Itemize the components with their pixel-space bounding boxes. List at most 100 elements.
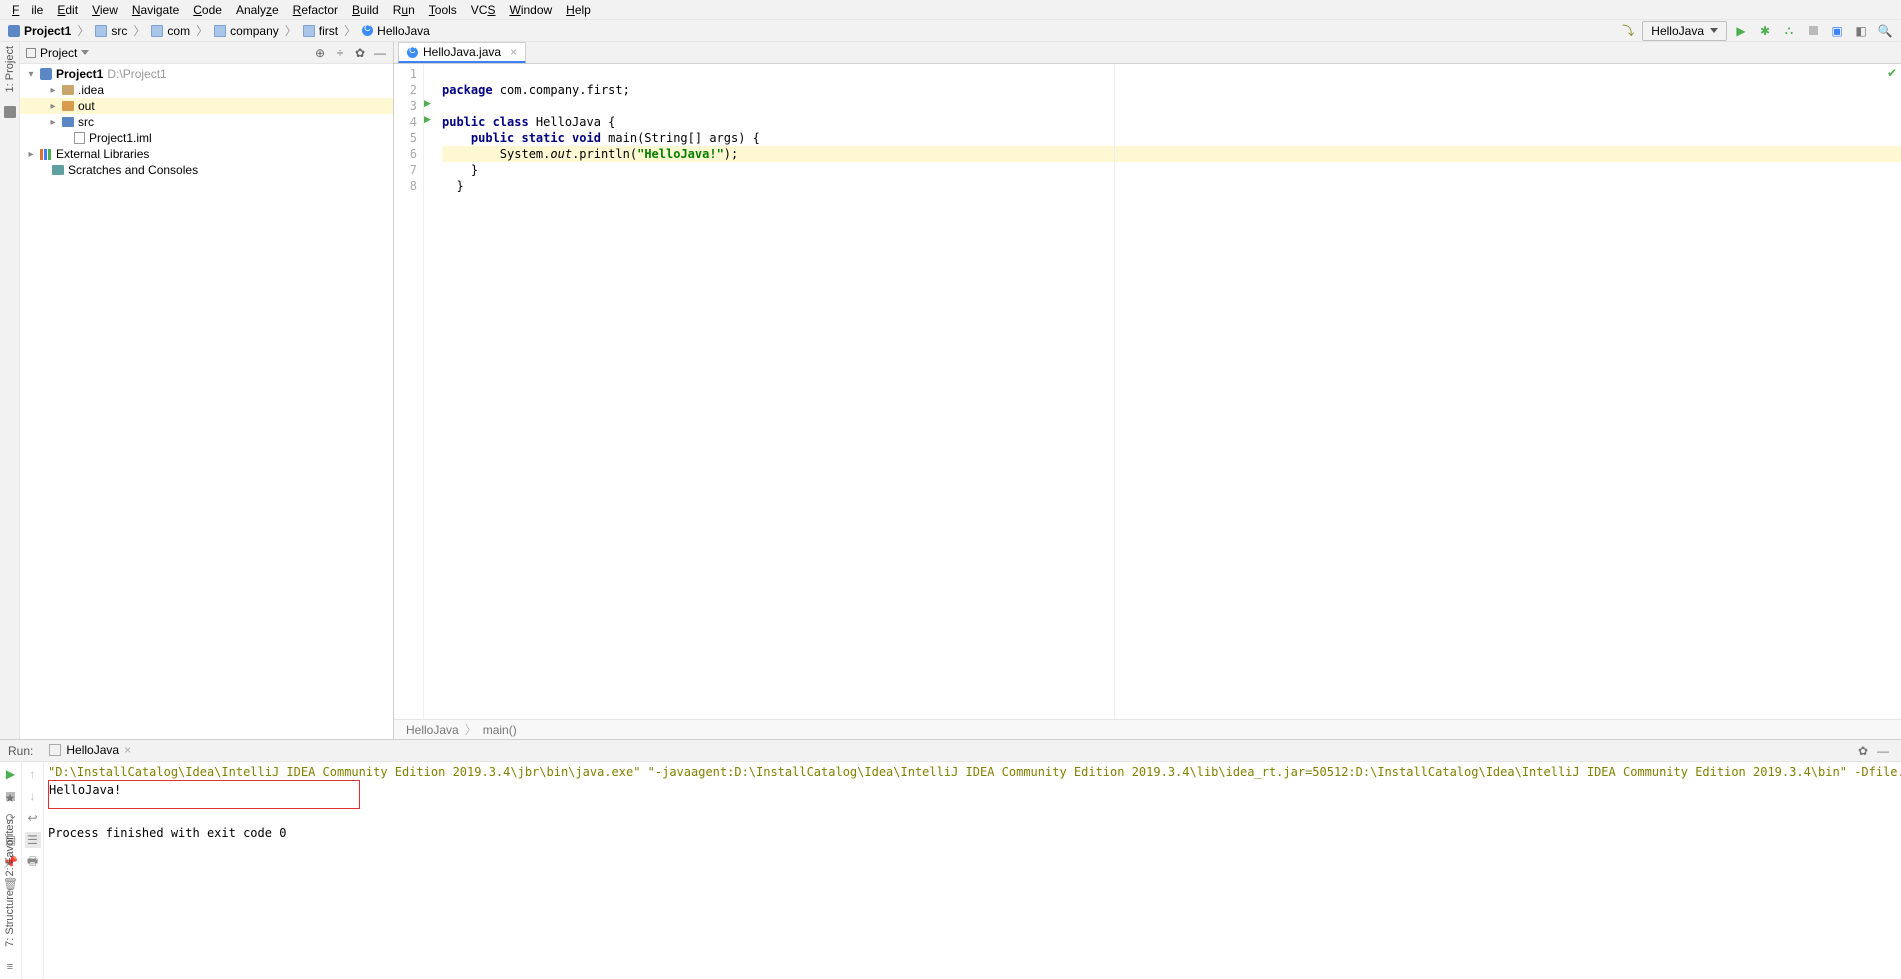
console-command-line: "D:\InstallCatalog\Idea\IntelliJ IDEA Co… <box>48 764 1897 780</box>
close-tab-icon[interactable]: × <box>510 45 517 59</box>
menu-run[interactable]: Run <box>387 2 421 18</box>
expand-arrow-icon[interactable]: ▸ <box>26 149 36 160</box>
close-icon[interactable]: × <box>124 743 131 757</box>
run-title-label: Run: <box>8 744 33 758</box>
project-view-title[interactable]: Project <box>40 46 77 60</box>
chevron-icon: 〉 <box>342 22 358 39</box>
build-button[interactable]: ⤵ <box>1618 21 1638 41</box>
editor-body[interactable]: 1 2 3 4 5 6 7 8 ▶ ▶ package com.company.… <box>394 64 1901 719</box>
menu-tools[interactable]: Tools <box>423 2 463 18</box>
tree-node-src[interactable]: ▸ src <box>20 114 393 130</box>
class-icon <box>362 25 373 36</box>
menu-navigate[interactable]: Navigate <box>126 2 185 18</box>
coverage-button[interactable]: ⛬ <box>1779 21 1799 41</box>
crumb-src[interactable]: src <box>93 24 129 38</box>
run-button[interactable]: ▶ <box>1731 21 1751 41</box>
run-line-marker-icon[interactable]: ▶ <box>424 98 431 109</box>
crumb-first[interactable]: first <box>301 24 340 38</box>
menu-view[interactable]: View <box>86 2 124 18</box>
crumb-company[interactable]: company <box>212 24 281 38</box>
chevron-icon: 〉 <box>131 22 147 39</box>
tree-node-external-libs[interactable]: ▸ External Libraries <box>20 146 393 162</box>
crumb-project[interactable]: Project1 <box>6 24 73 38</box>
editor-tabs: HelloJava.java × <box>394 42 1901 64</box>
crumb-label: company <box>230 24 279 38</box>
select-opened-file-button[interactable]: ⊕ <box>313 46 327 60</box>
run-tool-window: Run: HelloJava × ✿ — ▶ ⟳ ▤ 📌 🗑 ↑ ↓ ↩ <box>0 739 1901 979</box>
crumb-label: Project1 <box>24 24 71 38</box>
menu-file[interactable]: File <box>6 2 49 18</box>
scroll-to-end-button[interactable]: ☰ <box>25 832 41 848</box>
menu-build[interactable]: Build <box>346 2 385 18</box>
search-button[interactable]: 🔍 <box>1875 21 1895 41</box>
menu-edit[interactable]: Edit <box>51 2 84 18</box>
down-button[interactable]: ↓ <box>25 788 41 804</box>
chevron-icon: 〉 <box>75 22 91 39</box>
layout-button-2[interactable]: ◧ <box>1851 21 1871 41</box>
debug-button[interactable]: ✱ <box>1755 21 1775 41</box>
menu-bar: File Edit View Navigate Code Analyze Ref… <box>0 0 1901 20</box>
tree-label: Scratches and Consoles <box>68 163 198 177</box>
tree-node-out[interactable]: ▸ out <box>20 98 393 114</box>
run-console[interactable]: "D:\InstallCatalog\Idea\IntelliJ IDEA Co… <box>44 762 1901 979</box>
settings-gear-icon[interactable]: ✿ <box>353 46 367 60</box>
tree-node-idea[interactable]: ▸ .idea <box>20 82 393 98</box>
menu-help[interactable]: Help <box>560 2 597 18</box>
project-icon <box>40 68 52 80</box>
run-hide-button[interactable]: — <box>1873 741 1893 761</box>
chevron-down-icon <box>1710 28 1718 33</box>
project-tree[interactable]: ▾ Project1 D:\Project1 ▸ .idea ▸ out ▸ <box>20 64 393 739</box>
left-bottom-tool-stripe: ★ 2: Favorites 7: Structure ≡ <box>0 791 20 973</box>
project-toolwindow-tab[interactable]: 1: Project <box>4 46 16 92</box>
chevron-down-icon[interactable] <box>81 50 89 55</box>
folder-icon <box>62 85 74 95</box>
crumb-class[interactable]: HelloJava <box>360 24 432 38</box>
hide-button[interactable]: — <box>373 46 387 60</box>
console-exit-line: Process finished with exit code 0 <box>48 825 1897 841</box>
folder-icon <box>214 25 226 37</box>
file-icon <box>74 132 85 144</box>
layout-button-1[interactable]: ▣ <box>1827 21 1847 41</box>
folder-icon <box>52 165 64 175</box>
menu-analyze[interactable]: Analyze <box>230 2 285 18</box>
menu-vcs[interactable]: VCS <box>465 2 502 18</box>
expand-arrow-icon[interactable]: ▸ <box>48 117 58 128</box>
tree-node-iml[interactable]: Project1.iml <box>20 130 393 146</box>
run-settings-gear-icon[interactable]: ✿ <box>1853 741 1873 761</box>
expand-all-button[interactable]: ÷ <box>333 46 347 60</box>
editor-breadcrumbs: HelloJava 〉 main() <box>394 719 1901 739</box>
structure-toolwindow-tab[interactable]: 7: Structure <box>4 890 16 947</box>
run-line-marker-icon[interactable]: ▶ <box>424 114 431 125</box>
menu-refactor[interactable]: Refactor <box>287 2 344 18</box>
crumb-com[interactable]: com <box>149 24 192 38</box>
menu-window[interactable]: Window <box>503 2 558 18</box>
right-margin-line <box>1114 64 1115 719</box>
breadcrumb-method[interactable]: main() <box>483 723 517 737</box>
chevron-icon: 〉 <box>465 721 477 738</box>
editor-tab-label: HelloJava.java <box>423 45 501 59</box>
soft-wrap-button[interactable]: ↩ <box>25 810 41 826</box>
inspection-ok-icon[interactable]: ✔ <box>1887 66 1897 80</box>
editor-tab-hello-java[interactable]: HelloJava.java × <box>398 42 526 63</box>
favorites-star-icon[interactable]: ★ <box>5 791 16 805</box>
structure-icon[interactable]: ≡ <box>7 961 13 973</box>
tree-node-scratches[interactable]: Scratches and Consoles <box>20 162 393 178</box>
breadcrumb-class[interactable]: HelloJava <box>406 723 459 737</box>
stop-button[interactable] <box>1803 21 1823 41</box>
menu-code[interactable]: Code <box>187 2 228 18</box>
print-button[interactable]: 🖶 <box>25 854 41 870</box>
run-header: Run: HelloJava × ✿ — <box>0 740 1901 762</box>
run-tab[interactable]: HelloJava × <box>43 741 137 761</box>
favorites-toolwindow-tab[interactable]: 2: Favorites <box>4 819 16 876</box>
expand-arrow-icon[interactable]: ▸ <box>48 101 58 112</box>
rerun-button[interactable]: ▶ <box>3 766 19 782</box>
up-button[interactable]: ↑ <box>25 766 41 782</box>
expand-arrow-icon[interactable]: ▸ <box>48 85 58 96</box>
bookmarks-icon[interactable] <box>4 106 16 118</box>
run-config-combo[interactable]: HelloJava <box>1642 21 1727 41</box>
folder-icon <box>62 117 74 127</box>
folder-icon <box>62 101 74 111</box>
expand-arrow-icon[interactable]: ▾ <box>26 69 36 80</box>
code-area[interactable]: package com.company.first; public class … <box>436 64 1901 719</box>
tree-node-project-root[interactable]: ▾ Project1 D:\Project1 <box>20 66 393 82</box>
